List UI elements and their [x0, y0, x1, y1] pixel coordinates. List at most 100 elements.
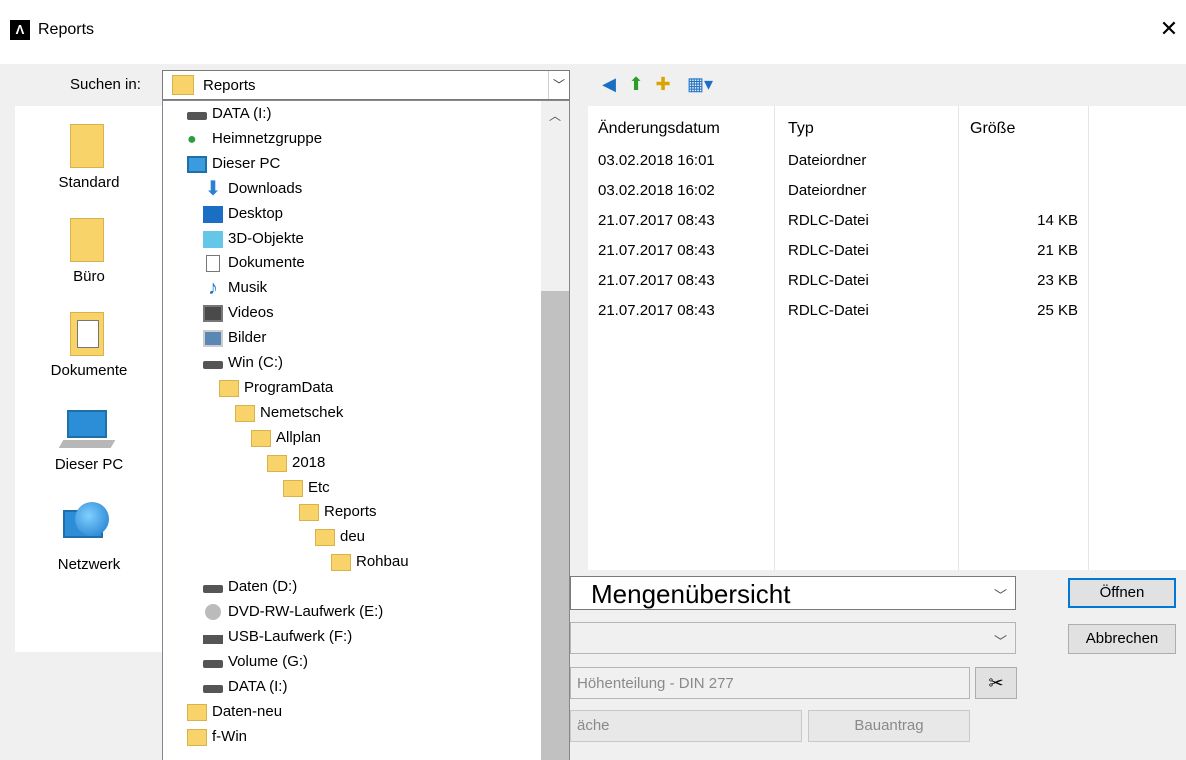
- open-button[interactable]: Öffnen: [1068, 578, 1176, 608]
- place-buero[interactable]: Büro: [15, 200, 163, 292]
- dvd-icon: [205, 604, 221, 620]
- button-label: äche: [577, 717, 610, 734]
- column-header-size[interactable]: Größe: [970, 120, 1015, 138]
- look-in-dropdown[interactable]: DATA (I:) ● Heimnetzgruppe Dieser PC ⬇ Downlo…: [162, 100, 570, 760]
- cell-size: 25 KB: [1037, 302, 1078, 319]
- dropdown-item[interactable]: DVD-RW-Laufwerk (E:): [203, 600, 533, 625]
- dropdown-item[interactable]: Videos: [203, 301, 533, 326]
- scroll-up-icon[interactable]: ︿: [541, 107, 569, 124]
- dropdown-item[interactable]: Volume (G:): [203, 650, 533, 675]
- dropdown-item-label: ProgramData: [244, 378, 334, 396]
- scrollbar-thumb[interactable]: [541, 291, 569, 760]
- table-row[interactable]: 21.07.2017 08:43 RDLC-Datei 14 KB: [588, 206, 1186, 236]
- dropdown-item-label: Daten (D:): [228, 578, 298, 596]
- title-bar: [0, 0, 1186, 64]
- look-in-combo[interactable]: Reports ﹀: [162, 70, 570, 100]
- place-netzwerk[interactable]: Netzwerk: [15, 482, 163, 574]
- folder-icon: [187, 703, 207, 721]
- cell-type: RDLC-Datei: [788, 242, 869, 259]
- dropdown-item-label: Etc: [308, 478, 330, 496]
- view-menu-icon[interactable]: ▦▾: [678, 72, 722, 96]
- table-row[interactable]: 03.02.2018 16:02 Dateiordner: [588, 176, 1186, 206]
- filetype-combo[interactable]: ﹀: [570, 622, 1016, 654]
- bauantrag-button[interactable]: Bauantrag: [808, 710, 970, 742]
- folder-icon: [70, 124, 104, 168]
- dropdown-item-label: Reports: [324, 503, 377, 521]
- place-dokumente[interactable]: Dokumente: [15, 294, 163, 386]
- dropdown-item[interactable]: 3D-Objekte: [203, 227, 533, 252]
- place-dieser-pc[interactable]: Dieser PC: [15, 388, 163, 480]
- dropdown-item[interactable]: 2018: [267, 451, 569, 476]
- cancel-button[interactable]: Abbrechen: [1068, 624, 1176, 654]
- up-folder-icon[interactable]: ⬆: [624, 72, 648, 96]
- chevron-down-icon[interactable]: ﹀: [994, 585, 1007, 604]
- place-label: Büro: [73, 268, 105, 285]
- dropdown-item-label: Allplan: [276, 428, 322, 446]
- template-value: Höhenteilung - DIN 277: [577, 675, 734, 692]
- network-icon: ●: [187, 130, 197, 148]
- dropdown-item[interactable]: DATA (I:): [187, 102, 517, 127]
- folder-icon: [251, 429, 271, 447]
- video-icon: [203, 305, 223, 323]
- chevron-down-icon[interactable]: ﹀: [994, 631, 1007, 650]
- place-label: Netzwerk: [57, 556, 121, 573]
- cell-type: Dateiordner: [788, 152, 867, 169]
- doc-icon: [206, 255, 220, 273]
- dropdown-item[interactable]: f-Win: [187, 725, 517, 750]
- folder-icon: [267, 454, 287, 472]
- dropdown-item[interactable]: Nemetschek: [235, 401, 565, 426]
- dropdown-item[interactable]: Daten-neu: [187, 700, 517, 725]
- window-title: Reports: [38, 21, 95, 38]
- tools-icon[interactable]: ✂: [975, 667, 1017, 699]
- pc-icon: [187, 155, 207, 173]
- dropdown-item-label: Win (C:): [228, 354, 283, 371]
- button-label: Bauantrag: [854, 717, 924, 734]
- folder-icon: [299, 504, 319, 522]
- chevron-down-icon[interactable]: ﹀: [548, 71, 569, 99]
- dropdown-item[interactable]: ⬇ Downloads: [203, 177, 533, 202]
- table-row[interactable]: 21.07.2017 08:43 RDLC-Datei 21 KB: [588, 236, 1186, 266]
- place-label: Standard: [58, 174, 120, 191]
- dropdown-item[interactable]: deu: [315, 525, 569, 550]
- download-icon: ⬇: [204, 177, 222, 200]
- file-list[interactable]: Änderungsdatum Typ Größe 03.02.2018 16:0…: [588, 106, 1186, 570]
- dropdown-item[interactable]: Desktop: [203, 202, 533, 227]
- flaeche-button[interactable]: äche: [570, 710, 802, 742]
- new-folder-icon[interactable]: ✚: [651, 72, 675, 96]
- table-row[interactable]: 21.07.2017 08:43 RDLC-Datei 25 KB: [588, 296, 1186, 326]
- dropdown-item[interactable]: Dokumente: [203, 251, 533, 276]
- dropdown-item[interactable]: Bilder: [203, 326, 533, 351]
- network-icon: [75, 502, 109, 536]
- dropdown-item-label: deu: [340, 528, 366, 546]
- dropdown-item[interactable]: Etc: [283, 476, 569, 501]
- dropdown-item-label: 3D-Objekte: [228, 229, 304, 247]
- table-row[interactable]: 21.07.2017 08:43 RDLC-Datei 23 KB: [588, 266, 1186, 296]
- filename-combo[interactable]: Mengenübersicht ﹀: [570, 576, 1016, 610]
- dropdown-item[interactable]: Reports: [299, 500, 569, 525]
- dropdown-item[interactable]: Win (C:): [203, 351, 533, 376]
- dropdown-item[interactable]: ● Heimnetzgruppe: [187, 127, 517, 152]
- dropdown-item[interactable]: ProgramData: [219, 376, 549, 401]
- dropdown-item[interactable]: Allplan: [251, 426, 569, 451]
- back-icon[interactable]: ◀: [597, 72, 621, 96]
- close-icon[interactable]: ✕: [1156, 16, 1182, 42]
- dropdown-item[interactable]: USB-Laufwerk (F:): [203, 625, 533, 650]
- place-label: Dokumente: [50, 362, 128, 379]
- places-bar: Standard Büro Dokumente Dieser PC Netzwe…: [15, 106, 163, 652]
- dropdown-item[interactable]: ♪ Musik: [203, 276, 533, 301]
- column-header-date[interactable]: Änderungsdatum: [598, 120, 720, 138]
- column-header-type[interactable]: Typ: [788, 120, 814, 138]
- folder-icon: [187, 728, 207, 746]
- dropdown-item[interactable]: Dieser PC: [187, 152, 517, 177]
- dropdown-item-label: Dieser PC: [212, 154, 281, 172]
- dropdown-item[interactable]: Daten (D:): [203, 575, 533, 600]
- dropdown-item-label: Dokumente: [228, 254, 305, 272]
- dropdown-item[interactable]: Rohbau: [331, 550, 569, 575]
- dropdown-item[interactable]: DATA (I:): [203, 675, 533, 700]
- place-label: Dieser PC: [54, 456, 124, 473]
- dropdown-item-label: Videos: [228, 304, 274, 322]
- place-standard[interactable]: Standard: [15, 106, 163, 198]
- table-row[interactable]: 03.02.2018 16:01 Dateiordner: [588, 146, 1186, 176]
- dropdown-item-label: Bilder: [228, 329, 267, 347]
- dropdown-item-label: Downloads: [228, 179, 303, 197]
